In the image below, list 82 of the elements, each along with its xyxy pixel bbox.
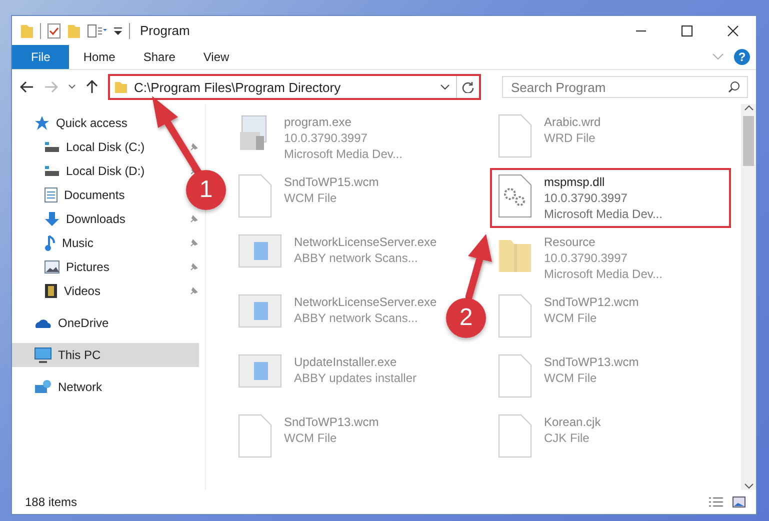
file-item[interactable]: SndToWP13.wcm WCM File xyxy=(490,348,647,404)
large-icons-view-button[interactable] xyxy=(732,496,746,508)
refresh-icon xyxy=(462,81,474,93)
file-item[interactable]: NetworkLicenseServer.exe ABBY network Scans... xyxy=(230,228,445,276)
sidebar-item[interactable]: Videos xyxy=(12,279,106,303)
picture-icon xyxy=(44,260,60,274)
folder-icon xyxy=(114,80,128,94)
pin-icon xyxy=(189,142,199,152)
sidebar-item[interactable]: Local Disk (D:) xyxy=(12,159,151,183)
ribbon-tab[interactable]: Home xyxy=(69,45,130,69)
chevron-down-icon xyxy=(440,84,450,90)
sidebar-item[interactable]: Quick access xyxy=(12,111,134,135)
file-item[interactable]: SndToWP15.wcm WCM File xyxy=(230,168,387,224)
scroll-down-icon xyxy=(744,482,754,490)
details-view-icon xyxy=(708,496,724,508)
scroll-up-icon xyxy=(744,104,754,112)
file-item[interactable]: mspmsp.dll 10.0.3790.3997 Microsoft Media Dev... xyxy=(490,168,731,228)
document-icon xyxy=(44,187,58,203)
pin-icon xyxy=(189,286,199,296)
ribbon-tab[interactable]: View xyxy=(189,45,244,69)
star-icon xyxy=(34,115,50,131)
drive-icon xyxy=(44,165,60,177)
scrollbar-thumb[interactable] xyxy=(743,116,754,166)
folder-icon xyxy=(67,22,81,38)
forward-arrow-icon xyxy=(44,81,58,93)
application-window-icon xyxy=(238,234,282,270)
sidebar-item[interactable]: Pictures xyxy=(12,255,116,279)
pin-icon xyxy=(189,262,199,272)
maximize-icon xyxy=(681,24,693,36)
dropdown-icon xyxy=(113,26,123,36)
sidebar-item[interactable]: Documents xyxy=(12,183,131,207)
folder-icon xyxy=(20,22,34,38)
application-window-icon xyxy=(238,354,282,390)
chevron-down-icon xyxy=(68,84,76,90)
pin-icon xyxy=(189,214,199,224)
file-item[interactable]: UpdateInstaller.exe ABBY updates installer xyxy=(230,348,425,396)
search-field[interactable]: Search Program xyxy=(502,76,748,98)
up-arrow-icon xyxy=(86,80,98,94)
download-icon xyxy=(44,211,60,227)
ribbon-tab[interactable]: File xyxy=(12,45,70,69)
help-button[interactable]: ? xyxy=(734,49,750,65)
file-icon xyxy=(238,414,272,458)
file-item[interactable]: Resource 10.0.3790.3997 Microsoft Media Dev... xyxy=(490,228,670,288)
address-bar[interactable]: C:\Program Files\Program Directory xyxy=(108,74,481,100)
application-window-icon xyxy=(238,294,282,330)
ribbon-tab[interactable]: Share xyxy=(129,45,190,69)
item-count: 188 items xyxy=(25,495,78,509)
gear-file-icon xyxy=(498,174,532,218)
scrollbar[interactable] xyxy=(741,104,756,490)
file-item[interactable]: SndToWP12.wcm WCM File xyxy=(490,288,647,344)
details-view-button[interactable] xyxy=(708,496,724,508)
sidebar-item[interactable]: This PC xyxy=(12,343,199,367)
sidebar-item[interactable]: Music xyxy=(12,231,100,255)
network-icon xyxy=(34,379,52,395)
file-icon xyxy=(498,294,532,338)
film-icon xyxy=(44,283,58,299)
sidebar-item[interactable]: Network xyxy=(12,375,108,399)
cloud-icon xyxy=(34,317,52,329)
drive-icon xyxy=(44,141,60,153)
close-icon xyxy=(727,24,739,36)
picture-icon xyxy=(732,496,746,508)
sidebar-item[interactable]: Downloads xyxy=(12,207,132,231)
sidebar-item[interactable]: Local Disk (C:) xyxy=(12,135,151,159)
file-icon xyxy=(498,114,532,158)
file-icon xyxy=(498,414,532,458)
properties-icon xyxy=(87,24,107,38)
pin-icon xyxy=(189,238,199,248)
file-icon xyxy=(238,174,272,218)
file-item[interactable]: program.exe 10.0.3790.3997 Microsoft Media Dev... xyxy=(230,108,410,168)
back-arrow-icon xyxy=(20,81,34,93)
file-item[interactable]: NetworkLicenseServer.exe ABBY network Scans... xyxy=(230,288,445,336)
music-note-icon xyxy=(44,235,56,251)
window-title: Program xyxy=(140,23,190,38)
file-item[interactable]: SndToWP13.wcm WCM File xyxy=(230,408,387,464)
checklist-icon xyxy=(47,22,61,38)
computer-icon xyxy=(34,347,52,363)
file-item[interactable]: Korean.cjk CJK File xyxy=(490,408,609,464)
sidebar-item[interactable]: OneDrive xyxy=(12,311,115,335)
chevron-down-icon xyxy=(712,53,724,61)
file-item[interactable]: Arabic.wrd WRD File xyxy=(490,108,609,164)
search-icon xyxy=(728,81,740,93)
file-icon xyxy=(498,354,532,398)
